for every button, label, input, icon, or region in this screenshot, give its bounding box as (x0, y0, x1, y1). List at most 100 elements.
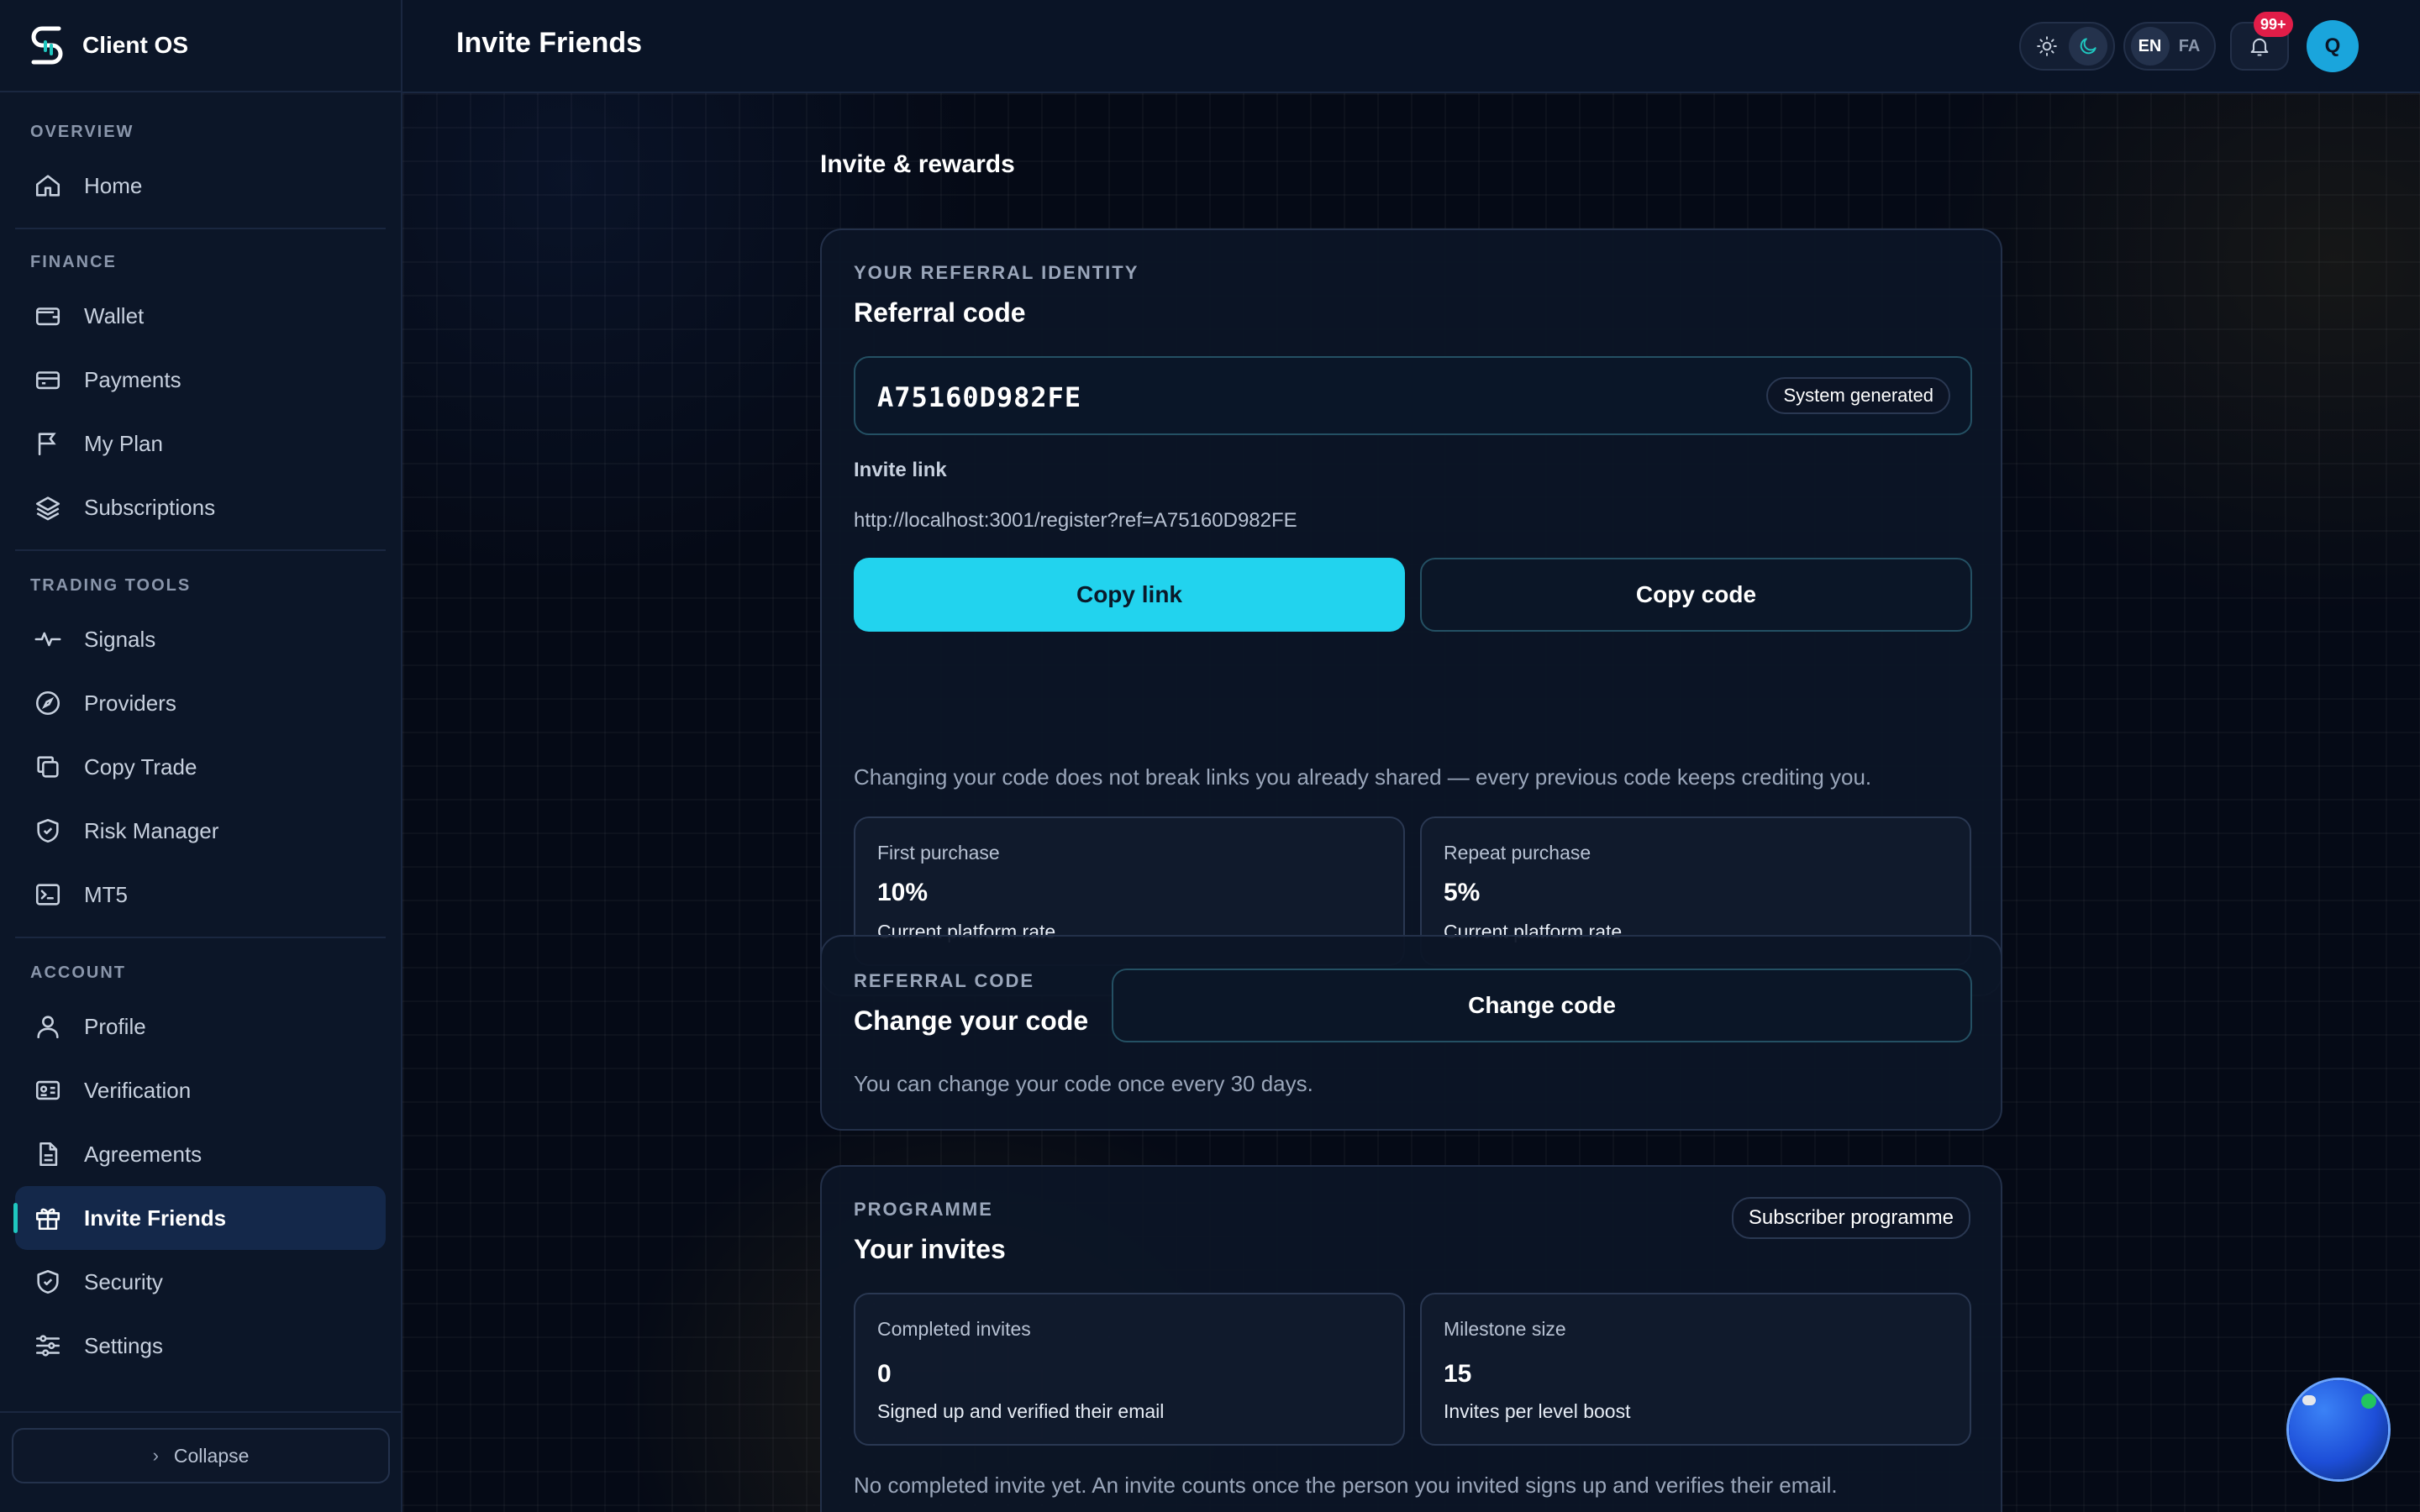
sidebar-item-risk-manager[interactable]: Risk Manager (15, 799, 386, 863)
sidebar-nav: OVERVIEW Home FINANCE Wallet Payments My… (0, 92, 401, 1378)
sidebar-item-my-plan[interactable]: My Plan (15, 412, 386, 475)
sliders-icon (34, 1331, 62, 1360)
top-header: Invite Friends EN FA 99+ Q (402, 0, 2420, 93)
milestone-size-stat: Milestone size 15 Invites per level boos… (1420, 1293, 1971, 1446)
collapse-button[interactable]: › Collapse (12, 1428, 390, 1483)
sidebar-item-verification[interactable]: Verification (15, 1058, 386, 1122)
sidebar-item-label: Wallet (84, 302, 145, 328)
completed-invites-stat: Completed invites 0 Signed up and verifi… (854, 1293, 1405, 1446)
flag-icon (34, 429, 62, 458)
stat-sub: Invites per level boost (1444, 1400, 1631, 1422)
lang-en-button[interactable]: EN (2130, 27, 2170, 66)
sidebar-item-payments[interactable]: Payments (15, 348, 386, 412)
sidebar-item-providers[interactable]: Providers (15, 671, 386, 735)
sidebar-item-label: MT5 (84, 881, 128, 907)
card-title: Change your code (854, 1005, 1089, 1036)
notification-count-badge: 99+ (2254, 12, 2293, 37)
light-theme-button[interactable] (2028, 27, 2066, 66)
referral-code-box: A75160D982FE System generated (854, 356, 1972, 435)
wallet-icon (34, 302, 62, 330)
sidebar-item-label: Profile (84, 1013, 146, 1039)
invite-link-value: http://localhost:3001/register?ref=A7516… (854, 509, 1297, 532)
chevron-right-icon: › (152, 1445, 159, 1466)
brand-name: Client OS (82, 32, 189, 58)
moon-icon (2080, 38, 2096, 55)
sidebar: Client OS OVERVIEW Home FINANCE Wallet P… (0, 0, 402, 1512)
nav-heading: TRADING TOOLS (30, 576, 192, 595)
sidebar-item-label: Payments (84, 366, 182, 392)
floating-assistant-globe-icon[interactable] (2289, 1380, 2388, 1479)
subscriber-programme-badge: Subscriber programme (1731, 1197, 1970, 1239)
stat-value: 15 (1444, 1360, 1472, 1388)
sidebar-item-label: Providers (84, 690, 176, 716)
nav-section-account: ACCOUNT Profile Verification Agreements … (13, 938, 386, 1378)
language-toggle: EN FA (2123, 22, 2216, 71)
change-code-card: REFERRAL CODE Change your code Change co… (820, 935, 2002, 1131)
user-icon (34, 1012, 62, 1041)
stat-value: 5% (1444, 879, 1481, 906)
stat-label: Milestone size (1444, 1318, 1566, 1340)
referral-code-value: A75160D982FE (877, 381, 1082, 413)
sidebar-item-label: My Plan (84, 430, 163, 456)
dark-theme-button[interactable] (2068, 27, 2107, 66)
sidebar-item-profile[interactable]: Profile (15, 995, 386, 1058)
nav-heading: OVERVIEW (30, 123, 134, 141)
invites-empty-note: No completed invite yet. An invite count… (854, 1473, 1838, 1498)
gift-icon (34, 1204, 62, 1232)
sidebar-item-home[interactable]: Home (15, 154, 386, 218)
code-change-note: Changing your code does not break links … (854, 764, 1872, 790)
sidebar-item-label: Agreements (84, 1141, 203, 1167)
sidebar-item-security[interactable]: Security (15, 1250, 386, 1314)
online-status-dot (2361, 1394, 2376, 1409)
sidebar-item-label: Settings (84, 1332, 163, 1358)
notifications-button[interactable]: 99+ (2230, 12, 2293, 71)
shield-check-icon (34, 816, 62, 845)
card-title: Your invites (854, 1234, 1006, 1264)
invite-link-label: Invite link (854, 459, 947, 481)
system-generated-badge: System generated (1766, 377, 1950, 414)
sidebar-item-wallet[interactable]: Wallet (15, 284, 386, 348)
credit-card-icon (34, 365, 62, 394)
sidebar-item-settings[interactable]: Settings (15, 1314, 386, 1378)
shield-check-icon (34, 1268, 62, 1296)
theme-toggle (2019, 22, 2115, 71)
sidebar-item-label: Copy Trade (84, 753, 197, 780)
collapse-area: › Collapse (0, 1411, 401, 1512)
sidebar-item-label: Risk Manager (84, 817, 219, 843)
card-eyebrow: PROGRAMME (854, 1199, 993, 1220)
sidebar-item-mt5[interactable]: MT5 (15, 863, 386, 927)
sidebar-item-label: Subscriptions (84, 494, 216, 520)
user-avatar[interactable]: Q (2307, 20, 2359, 72)
copy-icon (34, 753, 62, 781)
sidebar-item-subscriptions[interactable]: Subscriptions (15, 475, 386, 539)
main-content: Invite & rewards YOUR REFERRAL IDENTITY … (402, 93, 2420, 1512)
sidebar-item-label: Security (84, 1268, 163, 1294)
sidebar-item-label: Invite Friends (84, 1205, 227, 1231)
nav-heading: FINANCE (30, 253, 117, 271)
sidebar-item-agreements[interactable]: Agreements (15, 1122, 386, 1186)
layers-icon (34, 493, 62, 522)
nav-section-trading-tools: TRADING TOOLS Signals Providers Copy Tra… (15, 551, 386, 938)
brand-logo-icon (31, 26, 63, 65)
copy-link-button[interactable]: Copy link (854, 558, 1405, 632)
stat-label: First purchase (877, 842, 1000, 864)
copy-code-button[interactable]: Copy code (1420, 558, 1972, 632)
sidebar-item-copy-trade[interactable]: Copy Trade (15, 735, 386, 799)
lang-fa-button[interactable]: FA (2170, 27, 2209, 66)
compass-icon (34, 689, 62, 717)
change-code-button[interactable]: Change code (1112, 969, 1972, 1042)
section-title: Invite & rewards (820, 150, 1015, 178)
sun-icon (2036, 36, 2057, 56)
brand[interactable]: Client OS (0, 0, 401, 92)
card-eyebrow: REFERRAL CODE (854, 970, 1035, 991)
card-title: Referral code (854, 297, 1026, 328)
sidebar-item-label: Verification (84, 1077, 192, 1103)
stat-value: 10% (877, 879, 929, 906)
sidebar-item-signals[interactable]: Signals (15, 607, 386, 671)
collapse-label: Collapse (173, 1444, 250, 1467)
id-card-icon (34, 1076, 62, 1105)
sidebar-item-invite-friends[interactable]: Invite Friends (13, 1186, 386, 1250)
nav-section-finance: FINANCE Wallet Payments My Plan Subscrip… (15, 229, 386, 551)
programme-card: PROGRAMME Your invites Subscriber progra… (820, 1165, 2002, 1512)
referral-identity-card: YOUR REFERRAL IDENTITY Referral code A75… (820, 228, 2002, 996)
